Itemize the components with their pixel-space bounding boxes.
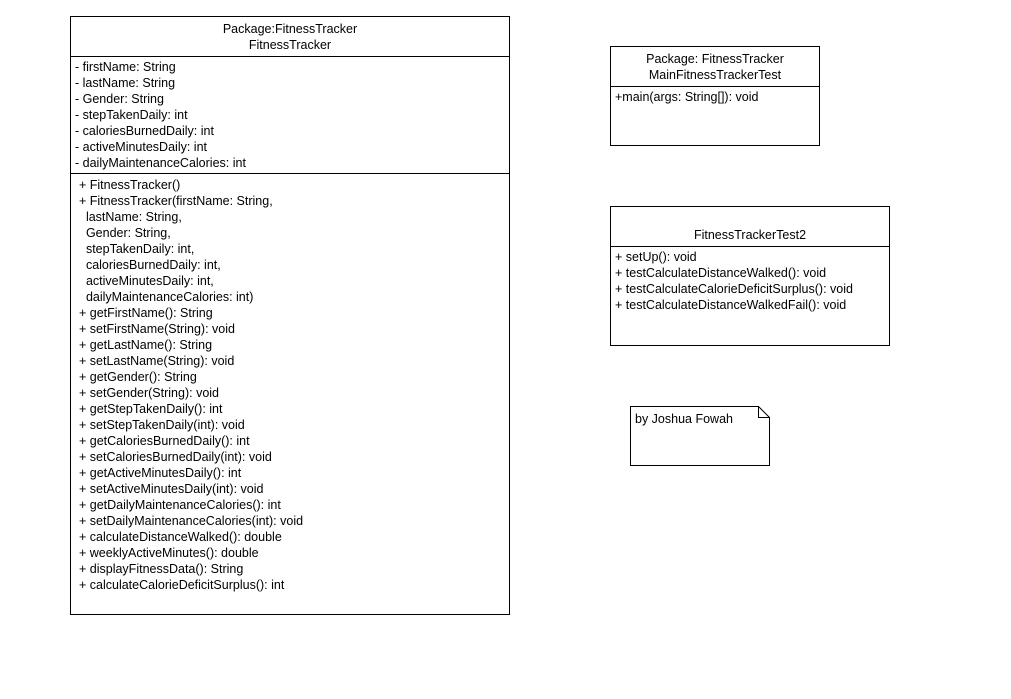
attribute: - lastName: String (75, 76, 176, 90)
operation: + getDailyMaintenanceCalories(): int (79, 498, 281, 512)
operations-section: + FitnessTracker() + FitnessTracker(firs… (71, 174, 509, 593)
class-main-fitness-tracker-test[interactable]: Package: FitnessTracker MainFitnessTrack… (610, 46, 820, 146)
operation: + getCaloriesBurnedDaily(): int (79, 434, 250, 448)
attribute: - dailyMaintenanceCalories: int (75, 156, 246, 170)
operation: + calculateCalorieDeficitSurplus(): int (79, 578, 285, 592)
operation: + getActiveMinutesDaily(): int (79, 466, 242, 480)
operation: Gender: String, (79, 226, 171, 240)
operation: + weeklyActiveMinutes(): double (79, 546, 259, 560)
operation: stepTakenDaily: int, (79, 242, 195, 256)
operation: + setLastName(String): void (79, 354, 235, 368)
class-name: MainFitnessTrackerTest (648, 68, 782, 82)
class-name: FitnessTrackerTest2 (693, 228, 807, 242)
operation: + getStepTakenDaily(): int (79, 402, 223, 416)
operation: + displayFitnessData(): String (79, 562, 244, 576)
operation: + getFirstName(): String (79, 306, 213, 320)
attribute: - Gender: String (75, 92, 164, 106)
attribute: - firstName: String (75, 60, 176, 74)
operation: caloriesBurnedDaily: int, (79, 258, 221, 272)
operation: lastName: String, (79, 210, 182, 224)
attributes-section: - firstName: String - lastName: String -… (71, 57, 509, 174)
class-header: Package:FitnessTracker FitnessTracker (71, 17, 509, 57)
operation: + setFirstName(String): void (79, 322, 235, 336)
class-package: Package: FitnessTracker (646, 52, 784, 66)
operation: + getGender(): String (79, 370, 197, 384)
attribute: - caloriesBurnedDaily: int (75, 124, 214, 138)
note-text: by Joshua Fowah (635, 412, 733, 426)
operation: + setActiveMinutesDaily(int): void (79, 482, 264, 496)
operations-section: +main(args: String[]): void (611, 87, 819, 105)
attribute: - stepTakenDaily: int (75, 108, 188, 122)
author-note[interactable]: by Joshua Fowah (630, 406, 770, 466)
operation: activeMinutesDaily: int, (79, 274, 214, 288)
operation: + FitnessTracker(firstName: String, (79, 194, 273, 208)
class-package: Package:FitnessTracker (222, 22, 358, 36)
operation: dailyMaintenanceCalories: int) (79, 290, 254, 304)
class-header: FitnessTrackerTest2 (611, 207, 889, 247)
operation: + setUp(): void (615, 250, 697, 264)
operation: + calculateDistanceWalked(): double (79, 530, 282, 544)
class-fitness-tracker[interactable]: Package:FitnessTracker FitnessTracker - … (70, 16, 510, 615)
class-header: Package: FitnessTracker MainFitnessTrack… (611, 47, 819, 87)
operation: + setDailyMaintenanceCalories(int): void (79, 514, 304, 528)
operation: +main(args: String[]): void (615, 90, 759, 104)
class-name: FitnessTracker (248, 38, 332, 52)
operation: + setGender(String): void (79, 386, 219, 400)
attribute: - activeMinutesDaily: int (75, 140, 207, 154)
operation: + getLastName(): String (79, 338, 213, 352)
operation: + testCalculateCalorieDeficitSurplus(): … (615, 282, 853, 296)
operation: + setStepTakenDaily(int): void (79, 418, 245, 432)
operations-section: + setUp(): void + testCalculateDistanceW… (611, 247, 889, 313)
operation: + setCaloriesBurnedDaily(int): void (79, 450, 272, 464)
operation: + testCalculateDistanceWalkedFail(): voi… (615, 298, 847, 312)
class-fitness-tracker-test2[interactable]: FitnessTrackerTest2 + setUp(): void + te… (610, 206, 890, 346)
operation: + FitnessTracker() (79, 178, 181, 192)
operation: + testCalculateDistanceWalked(): void (615, 266, 827, 280)
